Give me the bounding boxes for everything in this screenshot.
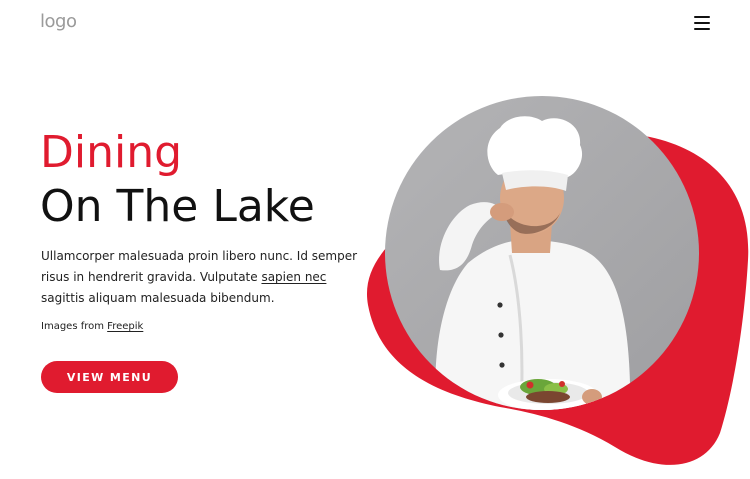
- site-header: logo: [0, 0, 750, 50]
- view-menu-button[interactable]: VIEW MENU: [41, 361, 178, 393]
- hamburger-line: [694, 22, 710, 24]
- hamburger-line: [694, 16, 710, 18]
- hero-title-line1: Dining: [40, 127, 183, 178]
- hero-description: Ullamcorper malesuada proin libero nunc.…: [41, 246, 359, 309]
- site-logo[interactable]: logo: [40, 11, 77, 32]
- credit-prefix: Images from: [41, 321, 108, 332]
- freepik-link[interactable]: Freepik: [107, 321, 143, 332]
- description-link[interactable]: sapien nec: [261, 270, 326, 284]
- description-text: sagittis aliquam malesuada bibendum.: [41, 291, 275, 305]
- hamburger-line: [694, 28, 710, 30]
- hero-image: [366, 96, 749, 465]
- hero-title-line2: On The Lake: [40, 181, 315, 232]
- hamburger-icon[interactable]: [694, 16, 710, 30]
- image-credit: Images from Freepik: [41, 321, 143, 332]
